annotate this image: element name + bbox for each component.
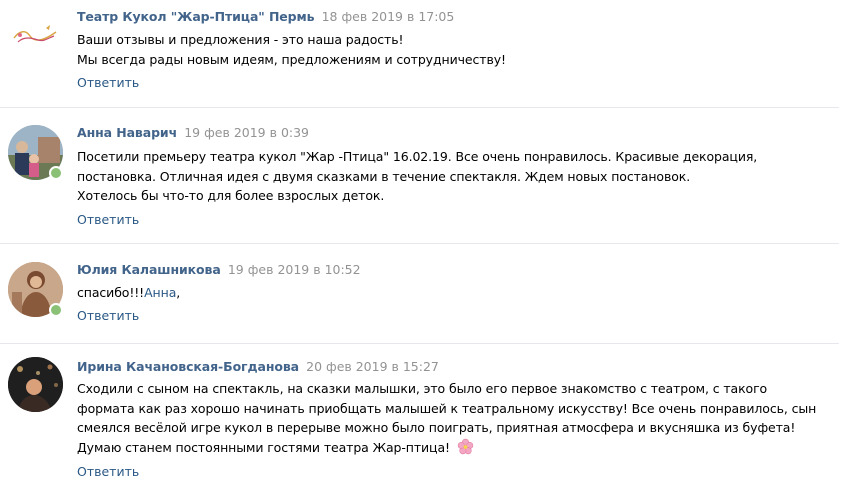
- avatar-theatre-logo[interactable]: [8, 8, 63, 63]
- reply-link[interactable]: Ответить: [77, 212, 139, 228]
- comment-text-line: Посетили премьеру театра кукол "Жар -Пти…: [77, 149, 758, 164]
- comment-item: Театр Кукол "Жар-Птица" Пермь 18 фев 201…: [0, 0, 849, 108]
- reply-link[interactable]: Ответить: [77, 308, 139, 324]
- reply-link[interactable]: Ответить: [77, 464, 139, 480]
- comment-text: Посетили премьеру театра кукол "Жар -Пти…: [77, 147, 837, 206]
- comment-author[interactable]: Анна Наварич: [77, 125, 177, 140]
- comment-author[interactable]: Театр Кукол "Жар-Птица" Пермь: [77, 9, 315, 24]
- comment-date[interactable]: 18 фев 2019 в 17:05: [322, 9, 455, 24]
- comment-text-line: постановка. Отличная идея с двумя сказка…: [77, 168, 691, 184]
- theatre-logo-icon: [13, 25, 57, 43]
- comment-text-line: Ваши отзывы и предложения - это наша рад…: [77, 32, 404, 47]
- mention-link[interactable]: Анна: [144, 285, 176, 300]
- comment-text-prefix: спасибо!!!: [77, 285, 145, 300]
- comment-date[interactable]: 19 фев 2019 в 0:39: [184, 125, 309, 140]
- comment-text-line: Хотелось бы что-то для более взрослых де…: [77, 188, 385, 203]
- comment-item: Анна Наварич 19 фев 2019 в 0:39 Посетили…: [0, 108, 849, 244]
- comment-date[interactable]: 20 фев 2019 в 15:27: [306, 359, 439, 374]
- cherry-blossom-icon: [457, 438, 474, 454]
- comment-text-line: спасибо!!!Анна,: [77, 283, 837, 303]
- user-photo-icon: [8, 357, 63, 412]
- comment-item: Юлия Калашникова 19 фев 2019 в 10:52 спа…: [0, 244, 849, 344]
- comment-text: Сходили с сыном на спектакль, на сказки …: [77, 379, 837, 457]
- comment-text: Ваши отзывы и предложения - это наша рад…: [77, 30, 837, 69]
- comment-text-line-last: Думаю станем постоянными гостями театра …: [77, 438, 837, 458]
- comment-text-line: Сходили с сыном на спектакль, на сказки …: [77, 381, 768, 396]
- comment-author[interactable]: Ирина Качановская-Богданова: [77, 359, 299, 374]
- online-status-icon: [49, 166, 63, 180]
- comment-text-line: Думаю станем постоянными гостями театра …: [77, 439, 450, 455]
- comment-date[interactable]: 19 фев 2019 в 10:52: [228, 262, 361, 277]
- comment-text-line: формата как раз хорошо начинать приобщат…: [77, 400, 817, 416]
- comment-text-line: смеялся весёлой игре кукол в перерыве мо…: [77, 420, 796, 435]
- comment-item: Ирина Качановская-Богданова 20 фев 2019 …: [0, 344, 849, 495]
- comment-author[interactable]: Юлия Калашникова: [77, 262, 221, 277]
- comment-text-suffix: ,: [176, 285, 181, 300]
- reply-link[interactable]: Ответить: [77, 75, 139, 91]
- comment-text-line: Мы всегда рады новым идеям, предложениям…: [77, 51, 506, 67]
- comment-text: спасибо!!!Анна,: [77, 283, 837, 303]
- online-status-icon: [49, 303, 63, 317]
- avatar-irina[interactable]: [8, 357, 63, 412]
